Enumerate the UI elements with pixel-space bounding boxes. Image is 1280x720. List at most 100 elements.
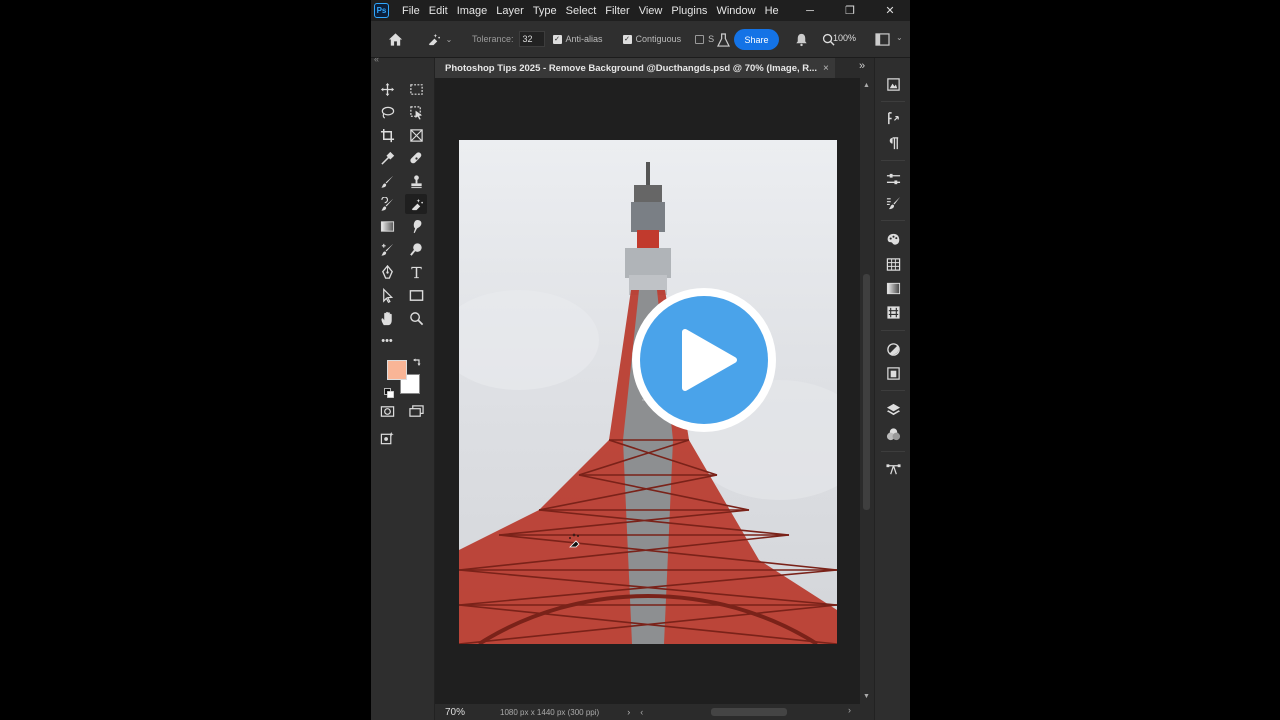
workspace-layout-icon[interactable] <box>874 32 890 46</box>
status-info-arrow-icon[interactable]: › <box>627 707 630 717</box>
right-panel-dock <box>874 58 910 720</box>
magic-eraser-preset-icon[interactable] <box>422 30 444 48</box>
more-tools-icon[interactable]: ••• <box>376 331 398 351</box>
gradient-tool-icon[interactable] <box>376 216 398 236</box>
scroll-up-icon[interactable]: ▲ <box>863 82 870 89</box>
menu-type[interactable]: Type <box>530 5 563 17</box>
channels-icon[interactable] <box>885 426 902 443</box>
color-palette-icon[interactable] <box>885 231 902 248</box>
zoom-readout[interactable]: 100% <box>833 33 856 43</box>
spot-healing-brush-icon[interactable] <box>405 148 427 168</box>
masks-icon[interactable] <box>885 365 902 382</box>
gradients-icon[interactable] <box>885 280 902 297</box>
bell-icon[interactable] <box>793 31 809 47</box>
pen-tool-icon[interactable] <box>376 262 398 282</box>
home-icon[interactable] <box>386 30 404 48</box>
zoom-level[interactable]: 70% <box>445 707 465 718</box>
sample-all-layers-label: S <box>708 34 715 44</box>
paths-icon[interactable] <box>885 461 902 478</box>
dodge-tool-icon[interactable] <box>405 239 427 259</box>
menu-help[interactable]: He <box>762 5 785 17</box>
menu-layer[interactable]: Layer <box>493 5 530 17</box>
scroll-right-icon[interactable]: › <box>848 705 851 715</box>
canvas-area[interactable] <box>435 78 860 704</box>
panel-divider <box>881 220 905 221</box>
generative-ai-icon[interactable] <box>376 428 398 448</box>
quick-mask-icon[interactable] <box>376 401 398 421</box>
flask-icon[interactable] <box>716 32 730 48</box>
vertical-scroll-thumb[interactable] <box>863 274 870 510</box>
eyedropper-tool-icon[interactable] <box>376 148 398 168</box>
panel-divider <box>881 160 905 161</box>
brush-settings-icon[interactable] <box>885 195 902 212</box>
document-tab[interactable]: Photoshop Tips 2025 - Remove Background … <box>435 58 835 78</box>
chevron-down-icon[interactable]: ⌄ <box>444 30 454 48</box>
close-tab-icon[interactable]: × <box>823 63 829 74</box>
contiguous-checkbox[interactable]: ✓ Contiguous <box>622 34 681 44</box>
marquee-tool-icon[interactable] <box>405 79 427 99</box>
menu-file[interactable]: File <box>399 5 426 17</box>
history-brush-tool-icon[interactable] <box>376 194 398 214</box>
move-tool-icon[interactable] <box>376 79 398 99</box>
screen-mode-icon[interactable] <box>405 401 427 421</box>
tolerance-input[interactable]: 32 <box>518 31 545 47</box>
photoshop-logo: Ps <box>374 3 389 18</box>
tools-panel: « ••• <box>371 54 435 720</box>
panel-divider <box>881 330 905 331</box>
chevron-down-icon[interactable]: ⌄ <box>896 33 903 42</box>
close-button[interactable]: ✕ <box>870 0 910 21</box>
hand-tool-icon[interactable] <box>376 308 398 328</box>
menu-image[interactable]: Image <box>454 5 494 17</box>
frame-tool-icon[interactable] <box>405 125 427 145</box>
scroll-left-icon[interactable]: ‹ <box>640 707 643 717</box>
photoshop-window: Ps File Edit Image Layer Type Select Fil… <box>371 0 910 720</box>
type-tool-icon[interactable] <box>405 262 427 282</box>
panel-divider <box>881 101 905 102</box>
menu-view[interactable]: View <box>636 5 669 17</box>
menu-bar: Ps File Edit Image Layer Type Select Fil… <box>371 0 910 21</box>
lasso-tool-icon[interactable] <box>376 102 398 122</box>
share-button[interactable]: Share <box>734 29 779 50</box>
clone-stamp-tool-icon[interactable] <box>405 171 427 191</box>
anti-alias-checkbox[interactable]: ✓ Anti-alias <box>552 34 603 44</box>
layers-icon[interactable] <box>885 401 902 418</box>
horizontal-scroll-thumb[interactable] <box>711 708 787 716</box>
magic-eraser-cursor-icon <box>565 530 585 550</box>
zoom-tool-icon[interactable] <box>405 308 427 328</box>
character-icon[interactable] <box>885 110 902 127</box>
brush-tool-icon[interactable] <box>376 171 398 191</box>
menu-edit[interactable]: Edit <box>426 5 454 17</box>
adjustments-icon[interactable] <box>885 341 902 358</box>
menu-select[interactable]: Select <box>563 5 603 17</box>
restore-button[interactable]: ❐ <box>830 0 870 21</box>
properties-icon[interactable] <box>885 171 902 188</box>
menu-filter[interactable]: Filter <box>602 5 635 17</box>
object-selection-tool-icon[interactable] <box>405 102 427 122</box>
crop-tool-icon[interactable] <box>376 125 398 145</box>
blur-tool-icon[interactable] <box>405 216 427 236</box>
video-play-button[interactable] <box>630 286 778 434</box>
swatches-icon[interactable] <box>885 256 902 273</box>
rectangle-tool-icon[interactable] <box>405 285 427 305</box>
default-colors-icon[interactable] <box>384 385 394 398</box>
patterns-icon[interactable] <box>885 304 902 321</box>
path-selection-tool-icon[interactable] <box>376 285 398 305</box>
menu-items: File Edit Image Layer Type Select Filter… <box>399 5 785 17</box>
document-tab-bar: Photoshop Tips 2025 - Remove Background … <box>435 58 874 78</box>
foreground-color-swatch[interactable] <box>387 360 407 380</box>
menu-window[interactable]: Window <box>713 5 761 17</box>
expand-tabs-icon[interactable]: » <box>859 60 865 72</box>
document-dimensions: 1080 px x 1440 px (300 ppi) <box>500 707 600 717</box>
tolerance-label: Tolerance: <box>472 34 514 44</box>
paragraph-icon[interactable] <box>885 135 902 152</box>
menu-plugins[interactable]: Plugins <box>668 5 713 17</box>
libraries-icon[interactable] <box>885 76 902 93</box>
collapse-panel-icon[interactable]: « <box>374 54 379 64</box>
vertical-scrollbar[interactable]: ▲ ▼ <box>860 78 874 704</box>
scroll-down-icon[interactable]: ▼ <box>863 693 870 700</box>
color-replacement-tool-icon[interactable] <box>376 239 398 259</box>
minimize-button[interactable]: ─ <box>790 0 830 21</box>
swap-colors-icon[interactable] <box>412 355 422 366</box>
sample-all-layers-checkbox[interactable]: S <box>695 34 714 44</box>
magic-eraser-tool-icon[interactable] <box>405 194 427 214</box>
